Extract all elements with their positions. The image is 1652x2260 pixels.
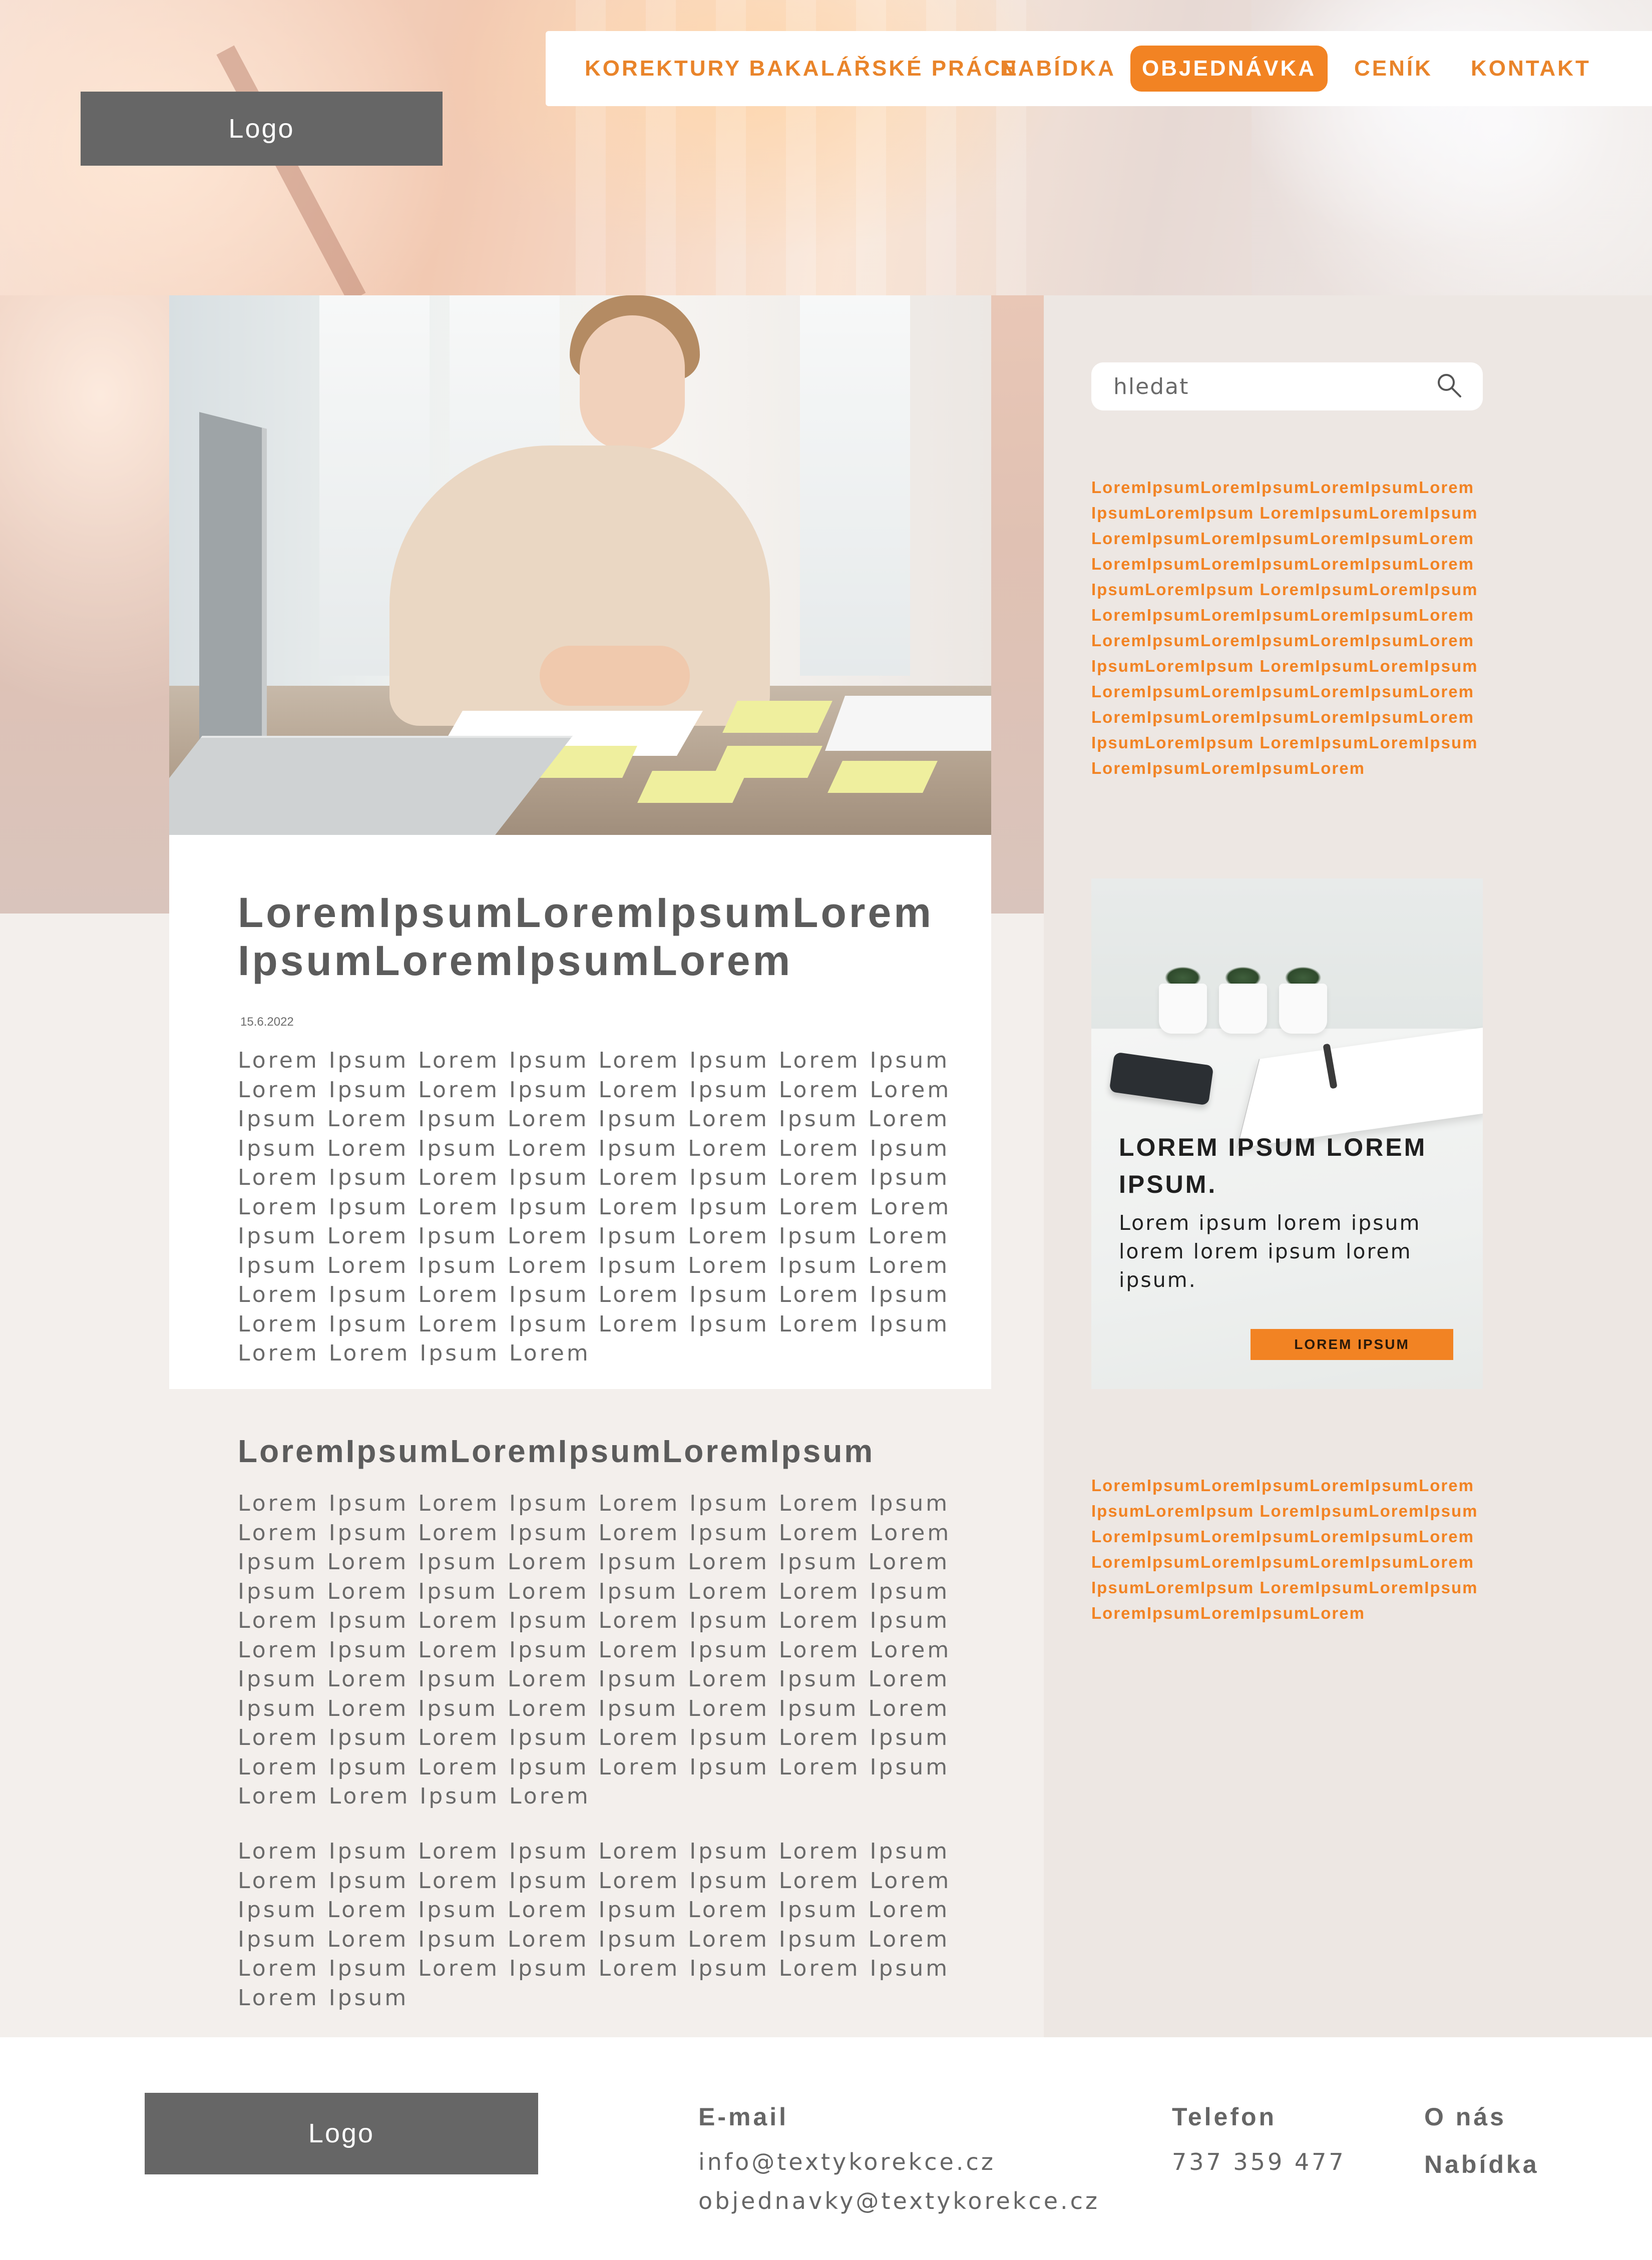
laptop-screen xyxy=(199,412,267,759)
ad-heading: LOREM IPSUM LOREM IPSUM. xyxy=(1119,1133,1427,1198)
sidebar-text-block: LoremIpsumLoremIpsumLoremIpsumLorem Ipsu… xyxy=(1091,478,1478,777)
footer-email-heading: E-mail xyxy=(698,2103,789,2131)
header-logo[interactable]: Logo xyxy=(81,92,443,166)
footer-logo[interactable]: Logo xyxy=(145,2093,538,2174)
ad-pot xyxy=(1279,984,1327,1034)
person-hands xyxy=(540,646,690,706)
ad-plant-icon xyxy=(1219,958,1267,987)
ad-pot xyxy=(1219,984,1267,1034)
sticky-note xyxy=(828,761,938,793)
section-body: Lorem Ipsum Lorem Ipsum Lorem Ipsum Lore… xyxy=(238,1491,952,1809)
search-input[interactable] xyxy=(1113,362,1439,410)
footer-email-info-link[interactable]: info@textykorekce.cz xyxy=(698,2142,996,2181)
article-hero-image xyxy=(169,295,991,835)
search-box xyxy=(1091,362,1483,410)
nav-item-nabidka[interactable]: NABÍDKA xyxy=(1000,31,1116,106)
nav-item-kontakt[interactable]: KONTAKT xyxy=(1471,31,1591,106)
sticky-note xyxy=(637,771,747,803)
ad-body: Lorem ipsum lorem ipsum lorem lorem ipsu… xyxy=(1119,1211,1421,1292)
section-title: LoremIpsumLoremIpsumLoremIpsum xyxy=(238,1433,875,1469)
sticky-note xyxy=(722,701,833,733)
search-icon[interactable] xyxy=(1434,370,1464,400)
window-pane xyxy=(800,295,910,676)
footer-link-offer[interactable]: Nabídka xyxy=(1424,2150,1539,2179)
article-title: LoremIpsumLoremIpsumLorem IpsumLoremIpsu… xyxy=(238,889,934,984)
main-nav: KOREKTURY BAKALÁŘSKÉ PRÁCE NABÍDKA OBJED… xyxy=(546,31,1652,106)
paper-sheet xyxy=(824,696,991,751)
footer-email-orders-link[interactable]: objednavky@textykorekce.cz xyxy=(698,2181,1100,2220)
person-head xyxy=(580,315,685,450)
ad-plant-icon xyxy=(1279,958,1327,987)
sidebar: LoremIpsumLoremIpsumLoremIpsumLorem Ipsu… xyxy=(1044,295,1652,2037)
footer-link-about[interactable]: O nás xyxy=(1424,2102,1506,2131)
ad-plant-icon xyxy=(1159,958,1207,987)
section-body-2: Lorem Ipsum Lorem Ipsum Lorem Ipsum Lore… xyxy=(238,1839,952,2011)
ad-cta-button[interactable]: LOREM IPSUM xyxy=(1251,1329,1453,1360)
footer-phone-number[interactable]: 737 359 477 xyxy=(1172,2142,1346,2181)
nav-item-objednavka-active[interactable]: OBJEDNÁVKA xyxy=(1130,46,1328,92)
sidebar-ad-card: LOREM IPSUM LOREM IPSUM. Lorem ipsum lor… xyxy=(1091,878,1483,1389)
nav-item-korektury[interactable]: KOREKTURY BAKALÁŘSKÉ PRÁCE xyxy=(585,31,1019,106)
sidebar-text-block-2: LoremIpsumLoremIpsumLoremIpsumLorem Ipsu… xyxy=(1091,1476,1478,1622)
footer: Logo E-mail info@textykorekce.cz objedna… xyxy=(0,2037,1652,2260)
article-card: LoremIpsumLoremIpsumLorem IpsumLoremIpsu… xyxy=(169,295,991,1389)
footer-phone-heading: Telefon xyxy=(1172,2103,1277,2131)
article-date: 15.6.2022 xyxy=(240,1015,294,1029)
nav-item-cenik[interactable]: CENÍK xyxy=(1354,31,1433,106)
article-body: Lorem Ipsum Lorem Ipsum Lorem Ipsum Lore… xyxy=(238,1048,952,1366)
ad-pot xyxy=(1159,984,1207,1034)
